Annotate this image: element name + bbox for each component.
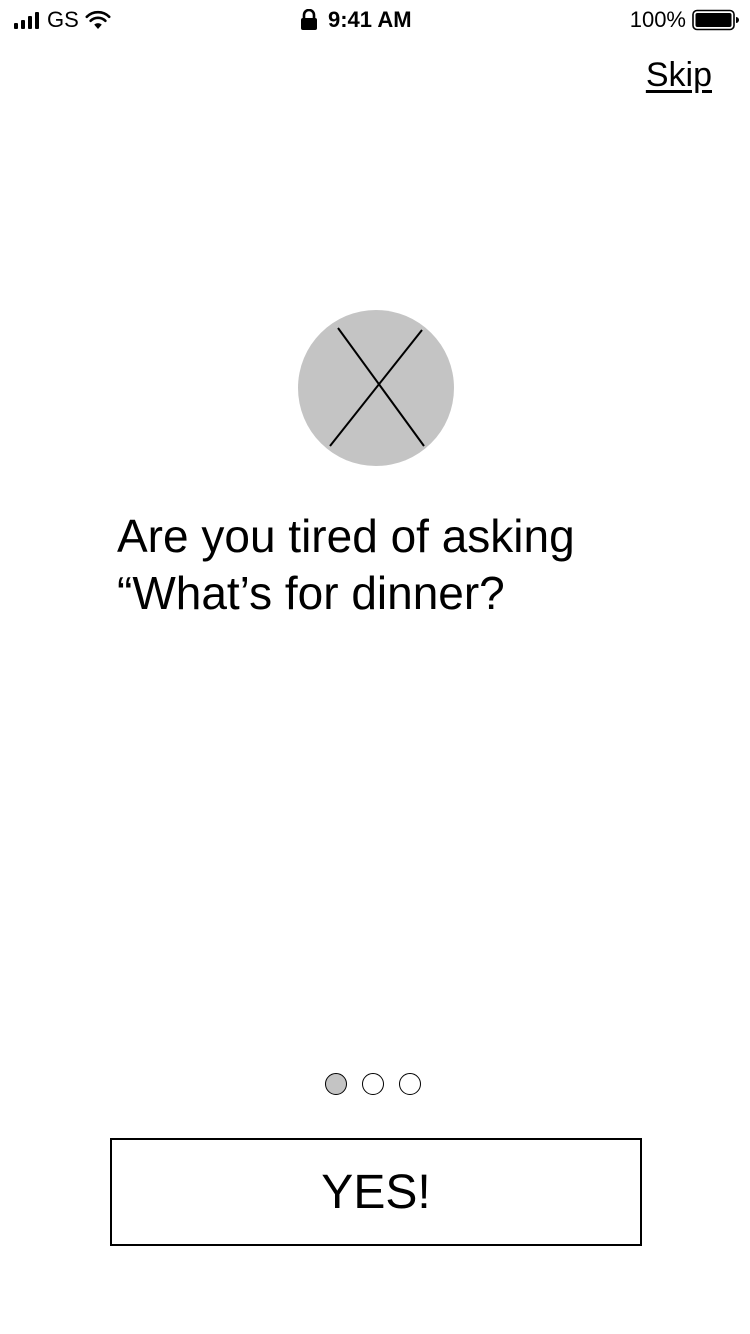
battery-percent: 100% [629,7,686,32]
status-bar-right: 100% [630,7,740,33]
page-dot-2[interactable] [362,1073,384,1095]
skip-link[interactable]: Skip [646,56,712,95]
battery-icon [692,9,740,31]
page-dot-3[interactable] [399,1073,421,1095]
headline-line-2: “What’s for dinner? [117,567,505,619]
page-indicator [325,1073,421,1097]
onboarding-headline: Are you tired of asking “What’s for dinn… [117,508,677,622]
headline-line-1: Are you tired of asking [117,510,575,562]
image-placeholder-icon [298,310,454,466]
signal-icon [14,11,39,29]
status-bar: GS 9:41 AM 100% [0,0,750,40]
yes-button[interactable]: YES! [110,1138,642,1246]
lock-icon [300,9,318,31]
status-bar-left: GS [14,7,111,33]
page-dot-1[interactable] [325,1073,347,1095]
onboarding-screen: GS 9:41 AM 100% Skip Are you tired of as… [0,0,750,1334]
clock-time: 9:41 AM [328,7,412,32]
wifi-icon [85,10,111,30]
status-bar-center: 9:41 AM [300,7,412,33]
carrier-name: GS [47,7,79,32]
